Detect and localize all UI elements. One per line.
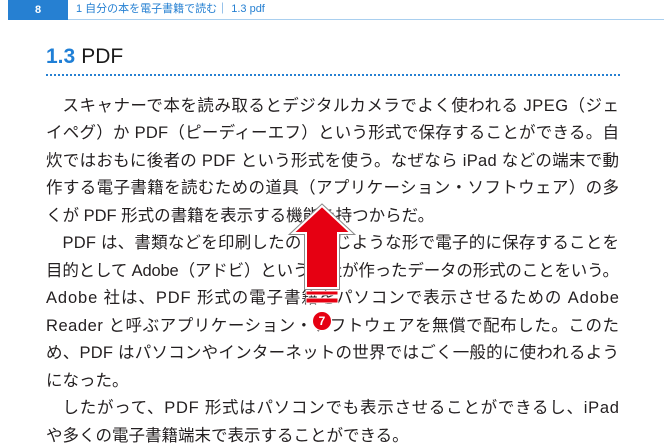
arrow-tail-stripe xyxy=(305,290,339,296)
text-line: イペグ）か PDF（ピーディーエフ）という形式で保存することができる。自 xyxy=(46,124,620,142)
text-line: 作する電子書籍を読むための道具（アプリケーション・ソフトウェア）の多 xyxy=(46,179,620,197)
paragraph: したがって、PDF 形式はパソコンでも表示させることができるし、iPad や多く… xyxy=(46,400,620,445)
section-heading: 1.3 PDF xyxy=(46,44,123,70)
text-line: 炊ではおもに後者の PDF という形式を使う。なぜなら iPad などの端末で動 xyxy=(46,151,620,170)
arrow-tail-stripe xyxy=(305,297,339,304)
page-number: 8 xyxy=(8,0,68,20)
running-title: 1 自分の本を電子書籍で読む｜ 1.3 pdf xyxy=(76,3,265,15)
section-number: 1.3 xyxy=(46,45,76,68)
callout-marker: 7 xyxy=(312,311,332,331)
header-rule xyxy=(68,19,664,20)
arrow-shape xyxy=(290,204,354,289)
heading-dotted-rule xyxy=(46,74,620,76)
text-line: したがって、PDF 形式はパソコンでも表示させることができるし、iPad xyxy=(62,399,620,417)
text-line: Reader と呼ぶアプリケーション・ソフトウェアを無償で配布した。このた xyxy=(46,316,620,335)
book-page: 8 1 自分の本を電子書籍で読む｜ 1.3 pdf 1.3 PDF スキャナーで本… xyxy=(0,0,664,445)
section-title: PDF xyxy=(81,45,124,68)
text-line: め、PDF はパソコンやインターネットの世界ではごく一般的に使われるよう xyxy=(46,344,620,362)
up-arrow-icon xyxy=(288,203,357,304)
text-line: になった。 xyxy=(46,371,129,390)
running-header: 8 1 自分の本を電子書籍で読む｜ 1.3 pdf xyxy=(0,0,664,20)
text-line: や多くの電子書籍端末で表示することができる。 xyxy=(46,426,409,445)
text-line: スキャナーで本を読み取るとデジタルカメラでよく使われる JPEG（ジェ xyxy=(62,96,620,115)
